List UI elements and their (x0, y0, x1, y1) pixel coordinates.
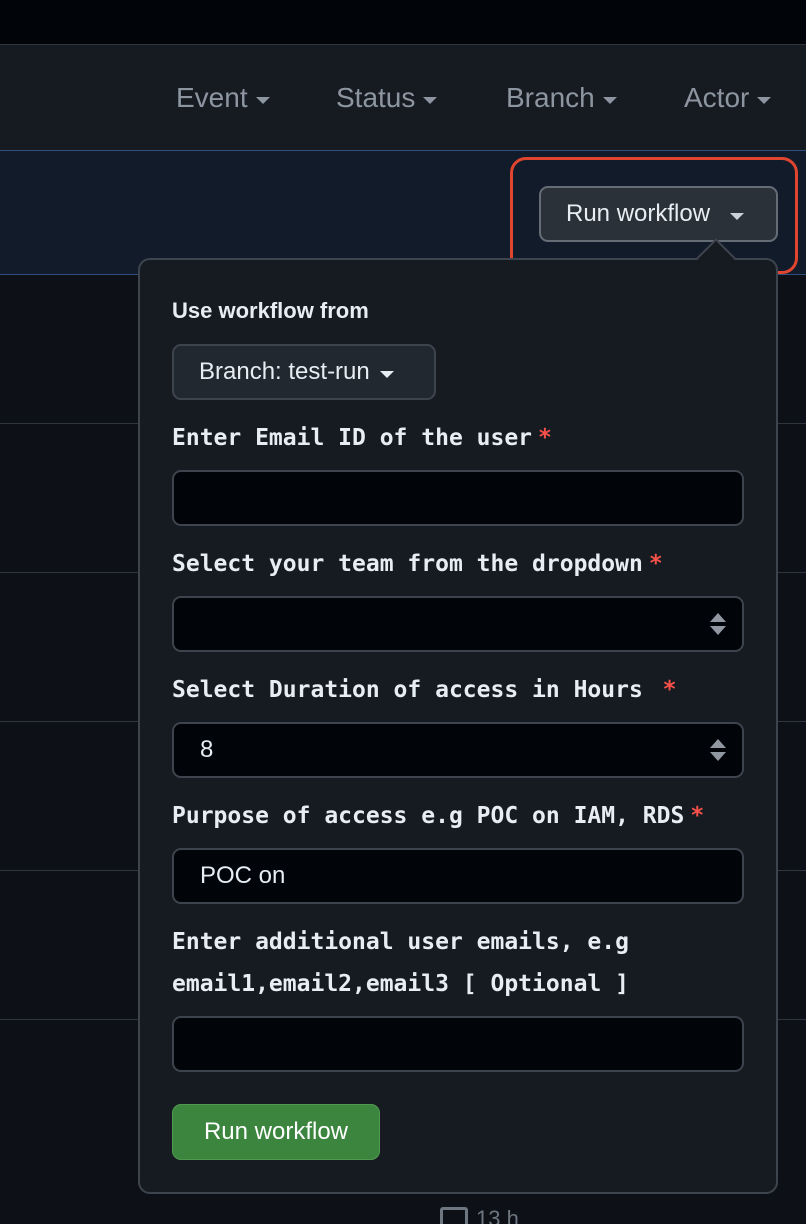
chevron-down-icon (423, 96, 438, 104)
duration-select-value: 8 (200, 736, 214, 763)
chevron-down-icon (757, 96, 772, 104)
purpose-field-value: POC on (200, 862, 286, 889)
chevron-down-icon (602, 96, 617, 104)
run-workflow-button-label: Run workflow (566, 200, 711, 227)
team-select[interactable] (172, 596, 744, 652)
email-field-label: Enter Email ID of the user * (172, 425, 552, 451)
filter-status-dropdown[interactable]: Status (336, 82, 438, 114)
calendar-icon (440, 1207, 468, 1224)
required-asterisk: * (662, 677, 677, 703)
top-strip (0, 0, 806, 44)
chevron-down-icon (255, 96, 270, 104)
use-workflow-from-label: Use workflow from (172, 298, 369, 323)
required-asterisk: * (538, 425, 552, 451)
required-asterisk: * (690, 803, 705, 829)
filter-status-label: Status (336, 82, 416, 113)
filter-branch-dropdown[interactable]: Branch (506, 82, 617, 114)
additional-emails-label-line2: email1,email2,email3 [ Optional ] (172, 971, 629, 997)
run-workflow-dropdown-button[interactable]: Run workflow (539, 186, 778, 242)
required-asterisk: * (648, 551, 663, 577)
chevron-down-icon (730, 212, 745, 220)
branch-select-button[interactable]: Branch: test-run (172, 344, 436, 400)
filter-event-label: Event (176, 82, 248, 113)
filter-actor-dropdown[interactable]: Actor (684, 82, 772, 114)
team-select-label: Select your team from the dropdown * (172, 551, 663, 577)
run-timestamp-text: 13 h (476, 1206, 519, 1224)
branch-select-label: Branch: test-run (199, 358, 370, 385)
run-timestamp: 13 h (440, 1206, 519, 1224)
filter-event-dropdown[interactable]: Event (176, 82, 270, 114)
email-field[interactable] (172, 470, 744, 526)
additional-emails-field[interactable] (172, 1016, 744, 1072)
purpose-field[interactable]: POC on (172, 848, 744, 904)
chevron-down-icon (379, 370, 394, 378)
filter-actor-label: Actor (684, 82, 750, 113)
additional-emails-label-line1: Enter additional user emails, e.g (172, 929, 629, 955)
duration-select[interactable]: 8 (172, 722, 744, 778)
select-arrows-icon (710, 613, 726, 635)
filter-branch-label: Branch (506, 82, 595, 113)
purpose-field-label: Purpose of access e.g POC on IAM, RDS * (172, 803, 705, 829)
duration-select-label: Select Duration of access in Hours * (172, 677, 677, 703)
select-arrows-icon (710, 739, 726, 761)
run-workflow-submit-button[interactable]: Run workflow (172, 1104, 380, 1160)
